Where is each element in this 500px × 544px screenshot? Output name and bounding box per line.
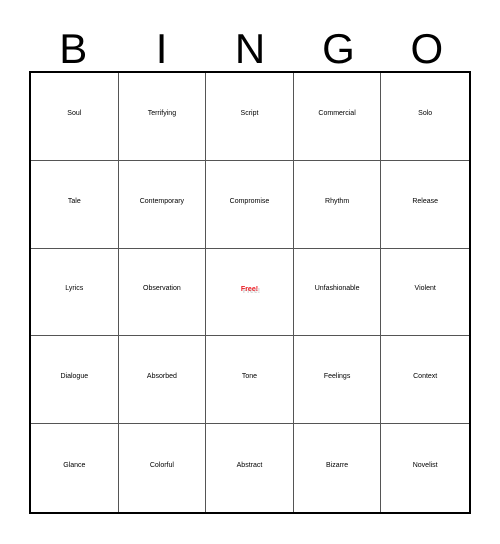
bingo-cell-label: Tone: [241, 373, 258, 381]
bingo-cell-label: Context: [413, 373, 438, 381]
bingo-cell-label: Lyrics: [65, 285, 84, 293]
bingo-cell[interactable]: Contemporary: [118, 160, 207, 249]
bingo-cell-label: Violent: [414, 285, 436, 293]
bingo-header-letter-i: I: [155, 25, 168, 72]
bingo-cell-label: Novelist: [412, 461, 438, 469]
bingo-cell[interactable]: Tale: [31, 160, 119, 249]
bingo-cell[interactable]: Lyrics: [31, 248, 119, 337]
bingo-cell-label: Soul: [67, 109, 82, 117]
bingo-cell-label: Absorbed: [146, 373, 177, 381]
bingo-free-space-label: Free!: [240, 286, 259, 294]
bingo-cell-label: Script: [240, 109, 259, 117]
bingo-cell-label: Tale: [67, 197, 81, 205]
bingo-header-letter-g: G: [322, 25, 355, 72]
bingo-cell[interactable]: Observation: [118, 248, 207, 337]
bingo-cell-label: Contemporary: [139, 197, 185, 205]
bingo-card: B I N G O Soul Terrifying Script Commercial Solo…: [0, 0, 500, 544]
bingo-cell-label: Observation: [143, 285, 181, 293]
bingo-cell[interactable]: Bizarre: [293, 424, 382, 512]
bingo-cell-label: Feelings: [323, 373, 351, 381]
bingo-cell[interactable]: Tone: [206, 336, 294, 425]
bingo-cell[interactable]: Solo: [381, 73, 469, 161]
bingo-cell-label: Rhythm: [325, 197, 350, 205]
bingo-cell[interactable]: Context: [381, 336, 469, 425]
bingo-cell[interactable]: Rhythm: [293, 160, 382, 249]
bingo-cell[interactable]: Compromise: [206, 160, 294, 249]
bingo-cell[interactable]: Soul: [31, 73, 119, 161]
bingo-cell[interactable]: Terrifying: [118, 73, 207, 161]
bingo-cell[interactable]: Feelings: [293, 336, 382, 425]
bingo-cell-label: Dialogue: [60, 373, 89, 381]
bingo-cell-label: Release: [412, 197, 439, 205]
bingo-cell[interactable]: Violent: [381, 248, 469, 337]
bingo-cell-label: Terrifying: [147, 109, 177, 117]
bingo-grid: Soul Terrifying Script Commercial Solo Tale Co…: [29, 71, 471, 514]
bingo-cell[interactable]: Glance: [31, 424, 119, 512]
bingo-cell-label: Unfashionable: [314, 285, 360, 293]
bingo-header-letter-n: N: [234, 25, 266, 72]
bingo-cell[interactable]: Unfashionable: [293, 248, 382, 337]
bingo-cell[interactable]: Release: [381, 160, 469, 249]
bingo-cell[interactable]: Dialogue: [31, 336, 119, 425]
bingo-cell-label: Bizarre: [326, 461, 349, 469]
bingo-cell[interactable]: Colorful: [118, 424, 207, 512]
bingo-header: BINGO: [29, 18, 471, 70]
bingo-cell[interactable]: Abstract: [206, 424, 294, 512]
bingo-cell-label: Abstract: [236, 461, 263, 469]
bingo-header-letter-o: O: [410, 25, 444, 72]
bingo-cell[interactable]: Absorbed: [118, 336, 207, 425]
bingo-cell[interactable]: Novelist: [381, 424, 469, 512]
bingo-cell-label: Solo: [418, 109, 433, 117]
bingo-cell-label: Glance: [63, 461, 86, 469]
bingo-cell[interactable]: Commercial: [293, 73, 382, 161]
bingo-cell-label: Colorful: [149, 461, 174, 469]
bingo-free-space[interactable]: Free!: [206, 248, 294, 337]
bingo-cell-label: Compromise: [229, 197, 270, 205]
bingo-header-letter-b: B: [59, 25, 88, 72]
bingo-cell-label: Commercial: [318, 109, 356, 117]
bingo-cell[interactable]: Script: [206, 73, 294, 161]
